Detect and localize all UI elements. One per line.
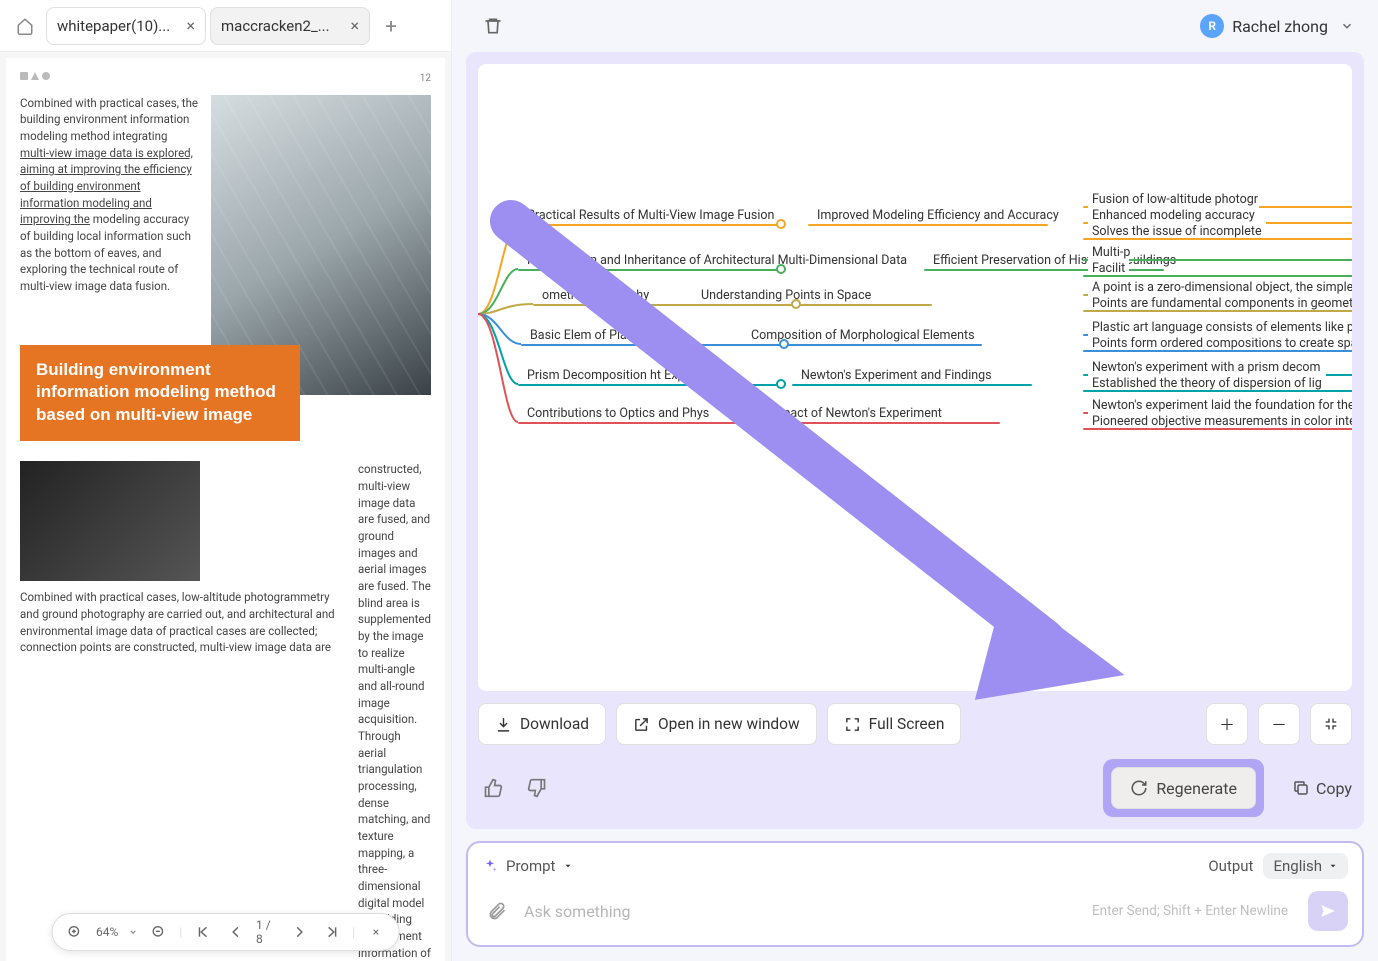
response-card: Practical Results of Multi-View Image Fu… — [466, 52, 1364, 829]
output-label: Output — [1208, 857, 1253, 875]
attach-button[interactable] — [482, 896, 512, 926]
copy-icon — [1292, 779, 1310, 797]
text-column-left: Combined with practical cases, low-altit… — [20, 589, 346, 656]
fit-screen-button[interactable] — [1310, 703, 1352, 745]
prompt-bar: Prompt Output English Enter Send; Shift … — [466, 841, 1364, 947]
home-icon — [16, 17, 34, 35]
last-page-button[interactable] — [320, 920, 342, 944]
prompt-input[interactable] — [524, 902, 1080, 921]
button-label: Open in new window — [658, 715, 800, 733]
mindmap-node[interactable]: ometric Philosophy — [538, 286, 653, 305]
tab-maccracken[interactable]: maccracken2_... × — [210, 7, 370, 45]
document-viewer[interactable]: 12 Combined with practical cases, the bu… — [0, 52, 451, 961]
button-label: Copy — [1316, 779, 1352, 798]
language-value: English — [1273, 857, 1322, 875]
mindmap-node[interactable]: Understanding Points in Space — [697, 286, 875, 305]
open-new-window-button[interactable]: Open in new window — [616, 703, 817, 745]
chevron-down-icon — [1340, 19, 1354, 33]
avatar: R — [1200, 14, 1224, 38]
input-hint: Enter Send; Shift + Enter Newline — [1092, 903, 1288, 919]
user-name: Rachel zhong — [1232, 17, 1328, 36]
button-label: Regenerate — [1156, 779, 1237, 798]
user-menu[interactable]: R Rachel zhong — [1200, 14, 1354, 38]
tab-whitepaper[interactable]: whitepaper(10)... × — [46, 7, 206, 45]
tab-bar: whitepaper(10)... × maccracken2_... × + — [0, 0, 451, 52]
mindmap-canvas[interactable]: Practical Results of Multi-View Image Fu… — [478, 64, 1352, 691]
page-title-box: Building environment information modelin… — [20, 345, 300, 442]
prev-page-button[interactable] — [224, 920, 246, 944]
mindmap-node[interactable]: Impact of Newton's Experiment — [765, 404, 946, 423]
next-page-button[interactable] — [288, 920, 310, 944]
mindmap-node[interactable]: Basic Elem of Plane Space — [526, 326, 682, 345]
tab-label: maccracken2_... — [221, 17, 342, 35]
mindmap-node[interactable]: Contributions to Optics and Phys — [523, 404, 713, 423]
page-header-shapes — [20, 72, 50, 87]
home-button[interactable] — [8, 9, 42, 43]
language-selector[interactable]: English — [1263, 853, 1348, 879]
mindmap-action-bar: Download Open in new window Full Screen … — [478, 703, 1352, 745]
secondary-image — [20, 461, 200, 581]
external-link-icon — [633, 716, 650, 733]
collapse-icon — [1323, 716, 1339, 732]
download-button[interactable]: Download — [478, 703, 606, 745]
copy-button[interactable]: Copy — [1292, 779, 1352, 798]
button-label: Download — [520, 715, 589, 733]
button-label: Full Screen — [869, 715, 945, 733]
tab-label: whitepaper(10)... — [57, 17, 178, 35]
mindmap-node[interactable]: Newton's Experiment and Findings — [797, 366, 996, 385]
thumbs-up-icon — [483, 778, 503, 798]
thumbs-up-button[interactable] — [478, 773, 508, 803]
sparkle-icon — [482, 858, 498, 874]
delete-button[interactable] — [476, 9, 510, 43]
zoom-level: 64% — [96, 925, 118, 939]
thumbs-down-button[interactable] — [522, 773, 552, 803]
text-column-right: constructed, multi-view image data are f… — [358, 461, 431, 961]
expand-icon — [844, 716, 861, 733]
paperclip-icon — [487, 901, 507, 921]
zoom-out-button[interactable] — [147, 920, 169, 944]
page-1: 12 Combined with practical cases, the bu… — [6, 58, 445, 961]
chevron-down-icon[interactable] — [563, 861, 573, 871]
download-icon — [495, 716, 512, 733]
thumbs-down-icon — [527, 778, 547, 798]
mindmap-node[interactable]: Practical Results of Multi-View Image Fu… — [523, 206, 778, 225]
zoom-out-button[interactable]: － — [1258, 703, 1300, 745]
chevron-down-icon[interactable] — [128, 927, 137, 937]
page-number: 12 — [420, 72, 431, 87]
regenerate-button[interactable]: Regenerate — [1111, 767, 1256, 809]
full-screen-button[interactable]: Full Screen — [827, 703, 962, 745]
tab-close-icon[interactable]: × — [186, 16, 195, 35]
send-button[interactable] — [1308, 891, 1348, 931]
send-icon — [1319, 902, 1337, 920]
first-page-button[interactable] — [192, 920, 214, 944]
feedback-row: Regenerate Copy — [478, 759, 1352, 817]
doc-toolbar: 64% | 1 / 8 | × — [51, 913, 400, 951]
zoom-in-button[interactable] — [64, 920, 86, 944]
zoom-in-button[interactable]: ＋ — [1206, 703, 1248, 745]
chevron-down-icon — [1328, 861, 1338, 871]
text: Combined with practical cases, the build… — [20, 96, 198, 143]
regenerate-highlight: Regenerate — [1103, 759, 1264, 817]
mindmap-node[interactable]: Preservation and Inheritance of Architec… — [523, 251, 911, 270]
mindmap-node[interactable]: Improved Modeling Efficiency and Accurac… — [813, 206, 1063, 225]
tab-close-icon[interactable]: × — [350, 16, 359, 35]
prompt-label[interactable]: Prompt — [506, 857, 555, 875]
mindmap-node[interactable]: Prism Decomposition ht Experiment — [523, 366, 731, 385]
trash-icon — [483, 16, 503, 36]
close-toolbar-button[interactable]: × — [365, 920, 387, 944]
refresh-icon — [1130, 779, 1148, 797]
page-indicator: 1 / 8 — [256, 918, 278, 946]
add-tab-button[interactable]: + — [374, 9, 408, 43]
